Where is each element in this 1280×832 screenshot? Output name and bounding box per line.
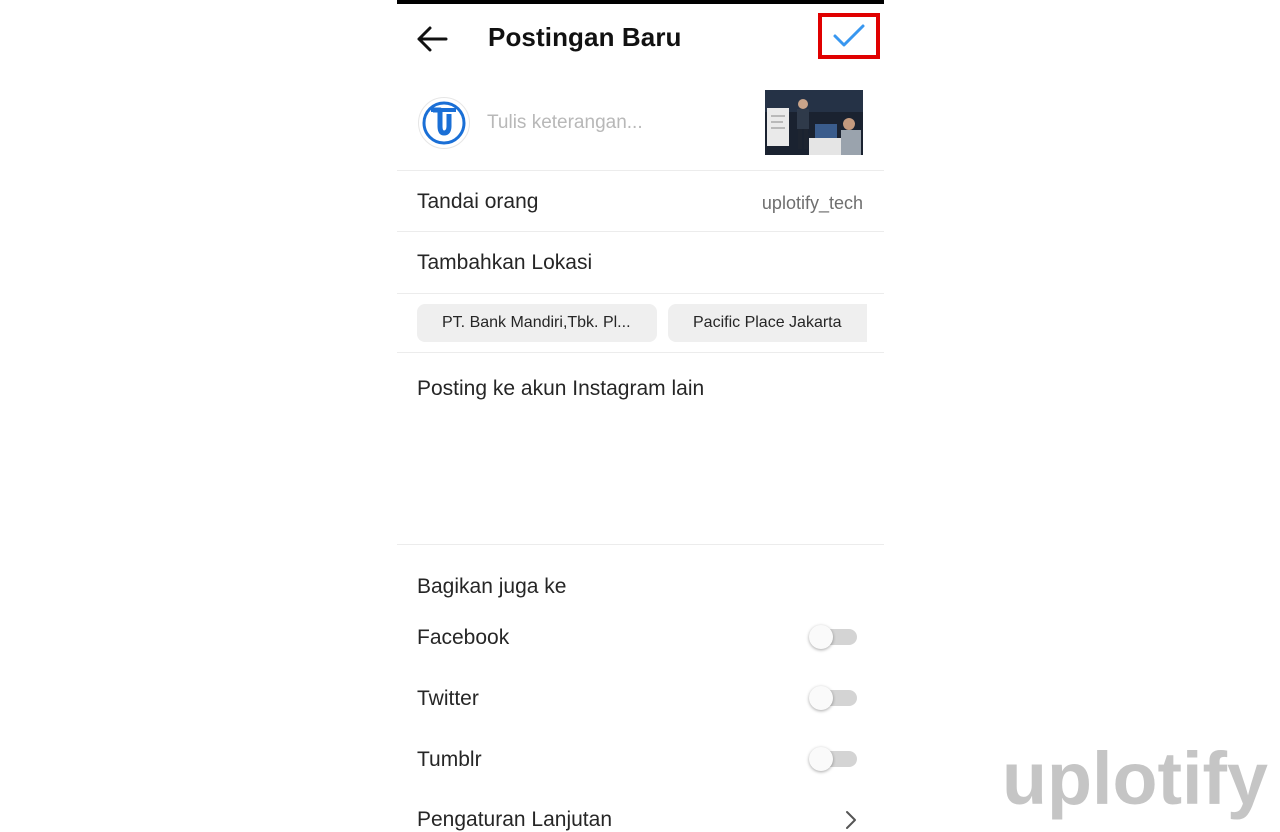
share-twitter-label: Twitter bbox=[417, 687, 479, 710]
watermark-text: uplotify bbox=[1002, 742, 1268, 820]
status-bar-edge bbox=[397, 0, 884, 4]
confirm-share-button[interactable] bbox=[818, 13, 880, 59]
tag-people-row[interactable]: Tandai orang uplotify_tech bbox=[397, 171, 884, 231]
divider bbox=[397, 293, 884, 294]
tag-people-label: Tandai orang bbox=[417, 190, 539, 213]
location-chip[interactable]: Pacific Place Jakarta bbox=[668, 304, 867, 342]
page-title: Postingan Baru bbox=[488, 22, 682, 52]
post-other-account-row[interactable]: Posting ke akun Instagram lain bbox=[397, 353, 884, 423]
location-chip[interactable]: PT. Bank Mandiri,Tbk. Pl... bbox=[417, 304, 657, 342]
arrow-left-icon bbox=[417, 26, 448, 52]
back-button[interactable] bbox=[415, 24, 449, 54]
add-location-label: Tambahkan Lokasi bbox=[417, 251, 593, 274]
facebook-toggle[interactable] bbox=[809, 625, 857, 649]
twitter-toggle[interactable] bbox=[809, 686, 857, 710]
caption-row bbox=[397, 80, 884, 170]
divider bbox=[397, 544, 884, 545]
uplotify-watermark: uplotify bbox=[1002, 742, 1268, 820]
new-post-screen: Postingan Baru Tulis keterangan... Tanda… bbox=[397, 0, 884, 832]
post-other-account-label: Posting ke akun Instagram lain bbox=[417, 377, 705, 400]
uplotify-logo-icon bbox=[422, 101, 466, 145]
tumblr-toggle[interactable] bbox=[809, 747, 857, 771]
avatar bbox=[418, 97, 470, 149]
caption-input[interactable] bbox=[487, 108, 737, 138]
share-tumblr-label: Tumblr bbox=[417, 748, 482, 771]
share-heading: Bagikan juga ke bbox=[417, 575, 567, 598]
tagged-username: uplotify_tech bbox=[761, 193, 863, 213]
toggle-knob bbox=[809, 747, 833, 771]
chevron-right-icon bbox=[846, 811, 856, 829]
toggle-knob bbox=[809, 686, 833, 710]
advanced-settings-row[interactable]: Pengaturan Lanjutan bbox=[397, 800, 884, 832]
checkmark-icon bbox=[833, 24, 865, 47]
advanced-settings-label: Pengaturan Lanjutan bbox=[417, 808, 612, 831]
add-location-row[interactable]: Tambahkan Lokasi bbox=[397, 232, 884, 292]
post-thumbnail bbox=[765, 90, 863, 155]
toggle-knob bbox=[809, 625, 833, 649]
share-facebook-label: Facebook bbox=[417, 626, 510, 649]
